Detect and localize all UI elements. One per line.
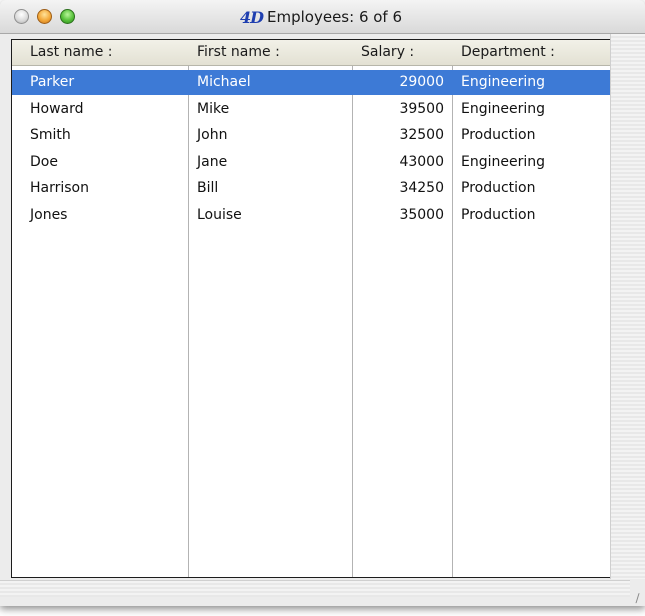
- table-header: Last name : First name : Salary : Depart…: [12, 40, 610, 66]
- 4d-logo-icon: 4D: [240, 7, 264, 27]
- resize-grip-icon[interactable]: ∕: [630, 590, 645, 606]
- table-row[interactable]: Parker Michael 29000 Engineering: [12, 70, 610, 95]
- zoom-button-icon[interactable]: [60, 9, 75, 24]
- table-row[interactable]: Harrison Bill 34250 Production: [12, 176, 610, 201]
- column-header-last-name[interactable]: Last name :: [22, 40, 188, 65]
- first-name-cell: Jane: [197, 154, 228, 170]
- last-name-cell: Howard: [30, 101, 84, 117]
- department-cell: Production: [461, 127, 536, 143]
- first-name-cell: John: [197, 127, 228, 143]
- salary-cell: 35000: [399, 207, 444, 223]
- department-cell: Engineering: [461, 74, 545, 90]
- window-title: 4D Employees: 6 of 6: [240, 7, 402, 27]
- last-name-cell: Smith: [30, 127, 71, 143]
- employee-list[interactable]: Last name : First name : Salary : Depart…: [11, 39, 611, 578]
- first-name-cell: Louise: [197, 207, 242, 223]
- salary-cell: 32500: [399, 127, 444, 143]
- last-name-cell: Parker: [30, 74, 75, 90]
- department-cell: Engineering: [461, 154, 545, 170]
- last-name-cell: Harrison: [30, 180, 89, 196]
- employees-window: 4D Employees: 6 of 6 Last name : First n…: [0, 0, 645, 606]
- department-cell: Engineering: [461, 101, 545, 117]
- last-name-cell: Jones: [30, 207, 68, 223]
- table-row[interactable]: Howard Mike 39500 Engineering: [12, 97, 610, 122]
- table-row[interactable]: Smith John 32500 Production: [12, 123, 610, 148]
- column-header-first-name[interactable]: First name :: [189, 40, 352, 65]
- minimize-button-icon[interactable]: [37, 9, 52, 24]
- salary-cell: 43000: [399, 154, 444, 170]
- window-title-text: Employees: 6 of 6: [267, 8, 403, 26]
- salary-cell: 39500: [399, 101, 444, 117]
- column-header-salary[interactable]: Salary :: [353, 40, 452, 65]
- salary-cell: 34250: [399, 180, 444, 196]
- title-bar[interactable]: 4D Employees: 6 of 6: [0, 0, 645, 34]
- table-row[interactable]: Doe Jane 43000 Engineering: [12, 150, 610, 175]
- salary-cell: 29000: [399, 74, 444, 90]
- close-button-icon[interactable]: [14, 9, 29, 24]
- first-name-cell: Michael: [197, 74, 251, 90]
- last-name-cell: Doe: [30, 154, 58, 170]
- first-name-cell: Bill: [197, 180, 219, 196]
- vertical-scrollbar[interactable]: [610, 34, 645, 579]
- department-cell: Production: [461, 180, 536, 196]
- column-header-department[interactable]: Department :: [453, 40, 610, 65]
- department-cell: Production: [461, 207, 536, 223]
- first-name-cell: Mike: [197, 101, 230, 117]
- table-row[interactable]: Jones Louise 35000 Production: [12, 203, 610, 228]
- horizontal-scrollbar[interactable]: [0, 580, 630, 597]
